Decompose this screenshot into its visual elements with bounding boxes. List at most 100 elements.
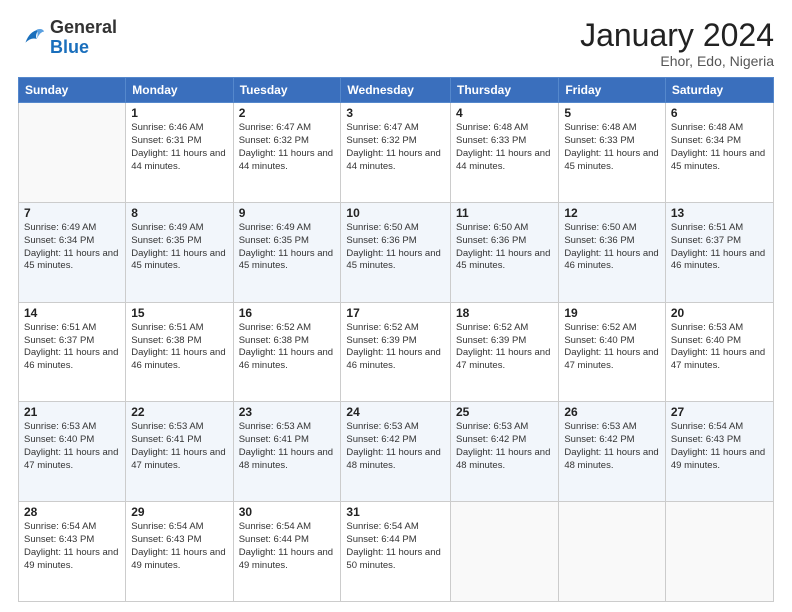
calendar-header-row: SundayMondayTuesdayWednesdayThursdayFrid… <box>19 78 774 103</box>
calendar-cell: 19 Sunrise: 6:52 AMSunset: 6:40 PMDayligh… <box>559 302 666 402</box>
day-info: Sunrise: 6:49 AMSunset: 6:34 PMDaylight:… <box>24 222 120 273</box>
calendar-cell: 16 Sunrise: 6:52 AMSunset: 6:38 PMDayligh… <box>233 302 341 402</box>
calendar-cell: 14 Sunrise: 6:51 AMSunset: 6:37 PMDayligh… <box>19 302 126 402</box>
location-subtitle: Ehor, Edo, Nigeria <box>580 53 774 69</box>
calendar-cell: 22Sunrise: 6:53 AMSunset: 6:41 PMDayligh… <box>126 402 233 502</box>
calendar-week-row: 28Sunrise: 6:54 AMSunset: 6:43 PMDayligh… <box>19 502 774 602</box>
calendar-cell: 31 Sunrise: 6:54 AMSunset: 6:44 PMDayligh… <box>341 502 451 602</box>
calendar-cell: 9 Sunrise: 6:49 AMSunset: 6:35 PMDaylight… <box>233 202 341 302</box>
day-number: 17 <box>346 306 445 320</box>
day-info: Sunrise: 6:53 AMSunset: 6:42 PMDaylight:… <box>456 421 553 472</box>
day-number: 2 <box>239 106 336 120</box>
day-info: Sunrise: 6:52 AMSunset: 6:39 PMDaylight:… <box>346 322 445 373</box>
day-info: Sunrise: 6:53 AMSunset: 6:40 PMDaylight:… <box>671 322 768 373</box>
day-info: Sunrise: 6:53 AMSunset: 6:42 PMDaylight:… <box>346 421 445 472</box>
day-number: 21 <box>24 405 120 419</box>
day-number: 14 <box>24 306 120 320</box>
day-number: 23 <box>239 405 336 419</box>
day-info: Sunrise: 6:54 AMSunset: 6:44 PMDaylight:… <box>239 521 336 572</box>
calendar-week-row: 1 Sunrise: 6:46 AMSunset: 6:31 PMDaylight… <box>19 103 774 203</box>
day-number: 7 <box>24 206 120 220</box>
day-number: 9 <box>239 206 336 220</box>
day-number: 27 <box>671 405 768 419</box>
calendar-cell: 10 Sunrise: 6:50 AMSunset: 6:36 PMDayligh… <box>341 202 451 302</box>
calendar-cell: 15 Sunrise: 6:51 AMSunset: 6:38 PMDayligh… <box>126 302 233 402</box>
calendar-cell: 23 Sunrise: 6:53 AMSunset: 6:41 PMDayligh… <box>233 402 341 502</box>
col-header-sunday: Sunday <box>19 78 126 103</box>
logo: General Blue <box>18 18 117 58</box>
day-number: 4 <box>456 106 553 120</box>
calendar-cell: 4 Sunrise: 6:48 AMSunset: 6:33 PMDaylight… <box>451 103 559 203</box>
day-number: 15 <box>131 306 227 320</box>
day-number: 25 <box>456 405 553 419</box>
col-header-monday: Monday <box>126 78 233 103</box>
day-number: 1 <box>131 106 227 120</box>
day-info: Sunrise: 6:51 AMSunset: 6:37 PMDaylight:… <box>24 322 120 373</box>
day-number: 19 <box>564 306 660 320</box>
day-number: 22 <box>131 405 227 419</box>
col-header-saturday: Saturday <box>665 78 773 103</box>
calendar-cell: 25 Sunrise: 6:53 AMSunset: 6:42 PMDayligh… <box>451 402 559 502</box>
day-info: Sunrise: 6:48 AMSunset: 6:34 PMDaylight:… <box>671 122 768 173</box>
day-info: Sunrise: 6:47 AMSunset: 6:32 PMDaylight:… <box>239 122 336 173</box>
day-info: Sunrise: 6:54 AMSunset: 6:43 PMDaylight:… <box>671 421 768 472</box>
calendar-cell: 28Sunrise: 6:54 AMSunset: 6:43 PMDayligh… <box>19 502 126 602</box>
day-info: Sunrise: 6:46 AMSunset: 6:31 PMDaylight:… <box>131 122 227 173</box>
day-info: Sunrise: 6:51 AMSunset: 6:38 PMDaylight:… <box>131 322 227 373</box>
calendar-cell: 6 Sunrise: 6:48 AMSunset: 6:34 PMDaylight… <box>665 103 773 203</box>
day-number: 6 <box>671 106 768 120</box>
col-header-wednesday: Wednesday <box>341 78 451 103</box>
day-number: 16 <box>239 306 336 320</box>
day-number: 10 <box>346 206 445 220</box>
day-info: Sunrise: 6:48 AMSunset: 6:33 PMDaylight:… <box>564 122 660 173</box>
day-info: Sunrise: 6:49 AMSunset: 6:35 PMDaylight:… <box>131 222 227 273</box>
day-number: 29 <box>131 505 227 519</box>
col-header-tuesday: Tuesday <box>233 78 341 103</box>
calendar-cell: 18Sunrise: 6:52 AMSunset: 6:39 PMDayligh… <box>451 302 559 402</box>
day-info: Sunrise: 6:52 AMSunset: 6:38 PMDaylight:… <box>239 322 336 373</box>
logo-bird-icon <box>18 24 46 52</box>
day-info: Sunrise: 6:49 AMSunset: 6:35 PMDaylight:… <box>239 222 336 273</box>
calendar-cell: 11Sunrise: 6:50 AMSunset: 6:36 PMDayligh… <box>451 202 559 302</box>
calendar-cell: 7 Sunrise: 6:49 AMSunset: 6:34 PMDaylight… <box>19 202 126 302</box>
day-info: Sunrise: 6:53 AMSunset: 6:41 PMDaylight:… <box>239 421 336 472</box>
day-number: 5 <box>564 106 660 120</box>
calendar-cell: 2 Sunrise: 6:47 AMSunset: 6:32 PMDaylight… <box>233 103 341 203</box>
calendar-cell <box>19 103 126 203</box>
day-info: Sunrise: 6:52 AMSunset: 6:40 PMDaylight:… <box>564 322 660 373</box>
day-number: 13 <box>671 206 768 220</box>
day-info: Sunrise: 6:51 AMSunset: 6:37 PMDaylight:… <box>671 222 768 273</box>
day-number: 20 <box>671 306 768 320</box>
calendar-week-row: 7 Sunrise: 6:49 AMSunset: 6:34 PMDaylight… <box>19 202 774 302</box>
calendar-cell: 17 Sunrise: 6:52 AMSunset: 6:39 PMDayligh… <box>341 302 451 402</box>
day-info: Sunrise: 6:53 AMSunset: 6:40 PMDaylight:… <box>24 421 120 472</box>
calendar-cell: 26Sunrise: 6:53 AMSunset: 6:42 PMDayligh… <box>559 402 666 502</box>
month-year-title: January 2024 <box>580 18 774 53</box>
day-number: 12 <box>564 206 660 220</box>
page: General Blue January 2024 Ehor, Edo, Nig… <box>0 0 792 612</box>
day-number: 18 <box>456 306 553 320</box>
day-info: Sunrise: 6:54 AMSunset: 6:44 PMDaylight:… <box>346 521 445 572</box>
day-info: Sunrise: 6:54 AMSunset: 6:43 PMDaylight:… <box>24 521 120 572</box>
calendar-cell: 24 Sunrise: 6:53 AMSunset: 6:42 PMDayligh… <box>341 402 451 502</box>
title-block: January 2024 Ehor, Edo, Nigeria <box>580 18 774 69</box>
day-number: 3 <box>346 106 445 120</box>
day-number: 11 <box>456 206 553 220</box>
day-info: Sunrise: 6:54 AMSunset: 6:43 PMDaylight:… <box>131 521 227 572</box>
calendar-cell <box>451 502 559 602</box>
logo-general-text: General <box>50 17 117 37</box>
calendar-cell <box>559 502 666 602</box>
calendar-cell: 29 Sunrise: 6:54 AMSunset: 6:43 PMDayligh… <box>126 502 233 602</box>
day-info: Sunrise: 6:48 AMSunset: 6:33 PMDaylight:… <box>456 122 553 173</box>
header: General Blue January 2024 Ehor, Edo, Nig… <box>18 18 774 69</box>
day-number: 31 <box>346 505 445 519</box>
calendar-week-row: 14 Sunrise: 6:51 AMSunset: 6:37 PMDayligh… <box>19 302 774 402</box>
calendar-cell: 8Sunrise: 6:49 AMSunset: 6:35 PMDaylight… <box>126 202 233 302</box>
calendar-cell: 27 Sunrise: 6:54 AMSunset: 6:43 PMDayligh… <box>665 402 773 502</box>
day-number: 24 <box>346 405 445 419</box>
day-info: Sunrise: 6:50 AMSunset: 6:36 PMDaylight:… <box>346 222 445 273</box>
day-info: Sunrise: 6:53 AMSunset: 6:42 PMDaylight:… <box>564 421 660 472</box>
col-header-thursday: Thursday <box>451 78 559 103</box>
calendar-cell: 30Sunrise: 6:54 AMSunset: 6:44 PMDayligh… <box>233 502 341 602</box>
calendar-cell: 13 Sunrise: 6:51 AMSunset: 6:37 PMDayligh… <box>665 202 773 302</box>
